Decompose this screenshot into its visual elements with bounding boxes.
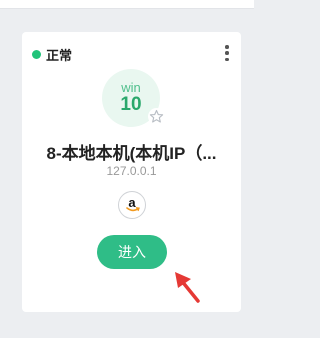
amazon-icon: a: [118, 191, 146, 219]
status-dot-icon: [32, 50, 41, 59]
annotation-arrow-icon: [175, 272, 200, 303]
ip-address: 127.0.0.1: [106, 164, 157, 178]
status-indicator: 正常: [32, 45, 72, 64]
os-name: win: [121, 80, 141, 95]
device-name: 8-本地本机(本机IP（...: [46, 144, 217, 163]
top-bar: [0, 0, 254, 9]
favorite-star-icon[interactable]: [148, 108, 165, 125]
status-label: 正常: [46, 48, 73, 63]
device-card: 正常 win 10 8-本地本机(本机IP（... 127.0.0.1 a 进入: [22, 32, 241, 312]
enter-button[interactable]: 进入: [97, 235, 167, 269]
more-options-icon[interactable]: [223, 45, 231, 61]
